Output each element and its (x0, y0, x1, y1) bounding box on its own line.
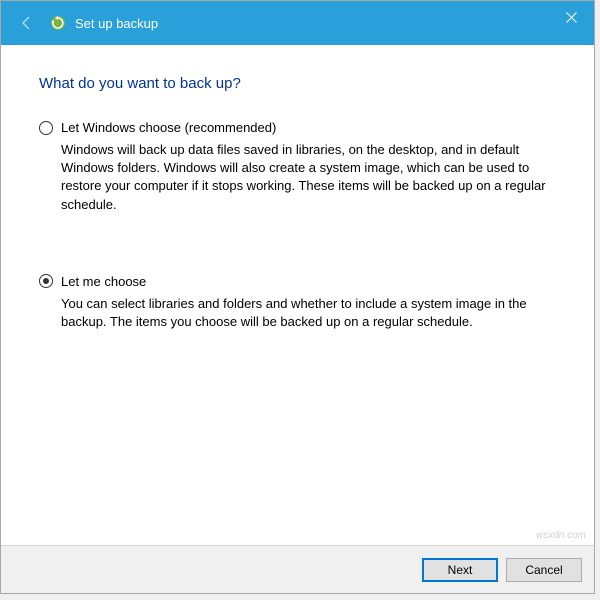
content-area: What do you want to back up? Let Windows… (1, 45, 594, 331)
option-let-me-choose[interactable]: Let me choose You can select libraries a… (39, 274, 556, 331)
close-button[interactable] (548, 1, 594, 33)
option-description: You can select libraries and folders and… (61, 295, 556, 331)
next-button[interactable]: Next (422, 558, 498, 582)
back-arrow-icon (15, 11, 39, 35)
watermark-text: wsxdn.com (536, 530, 586, 541)
option-row: Let me choose (39, 274, 556, 289)
titlebar: Set up backup (1, 1, 594, 45)
option-label: Let Windows choose (recommended) (61, 120, 276, 135)
footer-bar: Next Cancel (1, 545, 594, 593)
cancel-button[interactable]: Cancel (506, 558, 582, 582)
option-windows-choose[interactable]: Let Windows choose (recommended) Windows… (39, 120, 556, 214)
backup-icon (49, 14, 67, 32)
window-title: Set up backup (75, 16, 158, 31)
option-label: Let me choose (61, 274, 146, 289)
option-row: Let Windows choose (recommended) (39, 120, 556, 135)
radio-icon[interactable] (39, 121, 53, 135)
page-heading: What do you want to back up? (39, 75, 556, 92)
option-description: Windows will back up data files saved in… (61, 141, 556, 214)
dialog-window: Set up backup What do you want to back u… (0, 0, 595, 594)
radio-icon[interactable] (39, 274, 53, 288)
